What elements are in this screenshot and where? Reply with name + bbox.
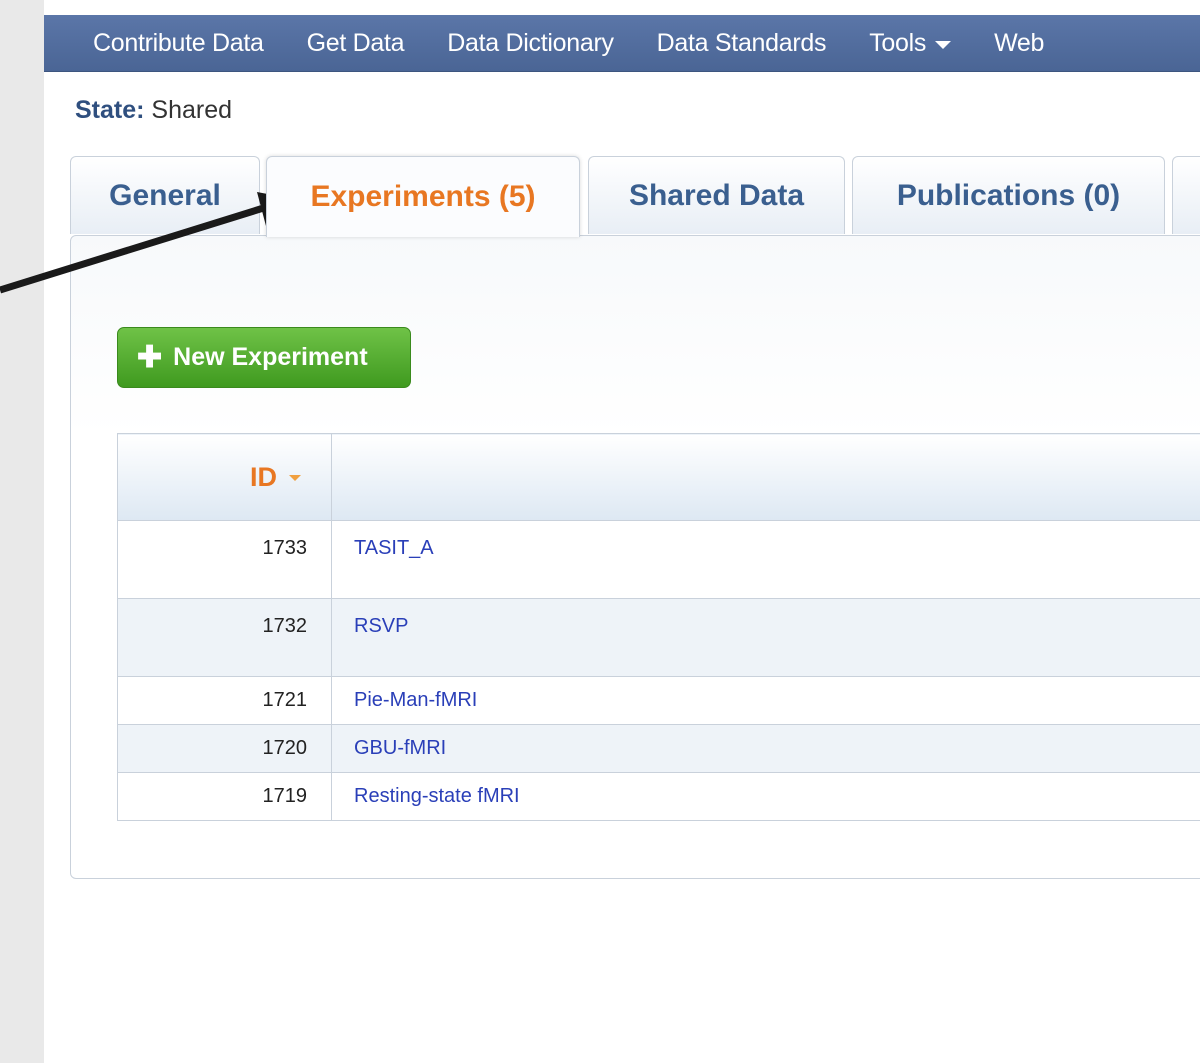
tab-label: Publications (0) <box>896 178 1121 212</box>
experiment-link[interactable]: GBU-fMRI <box>331 724 1200 773</box>
tab-label: Experiments (5) <box>310 180 536 213</box>
row-id: 1719 <box>117 772 332 821</box>
experiment-link[interactable]: Pie-Man-fMRI <box>331 676 1200 725</box>
row-id: 1733 <box>117 520 332 599</box>
nav-item-label: Data Standards <box>656 28 827 57</box>
chevron-down-icon <box>935 40 952 49</box>
nav-item-label: Get Data <box>306 28 405 57</box>
sort-down-icon <box>289 475 301 482</box>
nav-item-label: Tools <box>869 28 927 57</box>
tab-general[interactable]: General <box>70 156 260 234</box>
plus-icon: ✚ <box>137 340 163 374</box>
tab-publications[interactable]: Publications (0) <box>852 156 1165 234</box>
nav-get-data[interactable]: Get Data <box>307 29 405 58</box>
row-id: 1720 <box>117 724 332 773</box>
state-label: State: <box>75 96 145 124</box>
table-row: 1719 Resting-state fMRI <box>117 772 1200 821</box>
nav-data-standards[interactable]: Data Standards <box>657 29 827 58</box>
new-experiment-label: New Experiment <box>173 343 368 371</box>
tab-shared-data[interactable]: Shared Data <box>588 156 845 234</box>
experiments-table: ID 1733 TASIT_A 1732 RSVP 1721 Pie-Man-f… <box>117 433 1200 821</box>
state-value: Shared <box>151 96 233 124</box>
id-column-header[interactable]: ID <box>117 433 332 521</box>
top-nav-bar: Contribute Data Get Data Data Dictionary… <box>44 15 1200 72</box>
new-experiment-button[interactable]: ✚ New Experiment <box>117 327 411 388</box>
experiment-link[interactable]: RSVP <box>331 598 1200 677</box>
row-id: 1721 <box>117 676 332 725</box>
tab-more[interactable] <box>1172 156 1200 234</box>
experiment-link[interactable]: Resting-state fMRI <box>331 772 1200 821</box>
table-row: 1720 GBU-fMRI <box>117 724 1200 773</box>
table-row: 1721 Pie-Man-fMRI <box>117 676 1200 725</box>
tab-label: Shared Data <box>628 178 805 212</box>
nav-tools-dropdown[interactable]: Tools <box>869 28 952 58</box>
page: Contribute Data Get Data Data Dictionary… <box>44 0 1200 1063</box>
row-id: 1732 <box>117 598 332 677</box>
nav-item-label: Data Dictionary <box>447 28 614 57</box>
nav-contribute-data[interactable]: Contribute Data <box>93 29 264 58</box>
tab-experiments[interactable]: Experiments (5) <box>266 156 580 237</box>
nav-data-dictionary[interactable]: Data Dictionary <box>447 28 614 58</box>
id-header-label: ID <box>250 461 277 492</box>
experiment-link[interactable]: TASIT_A <box>331 520 1200 599</box>
state-indicator: State: Shared <box>75 96 232 125</box>
nav-item-label: Contribute Data <box>93 28 264 57</box>
table-row: 1732 RSVP <box>117 598 1200 677</box>
tab-bar: General Experiments (5) Shared Data Publ… <box>70 156 1200 237</box>
table-header-row: ID <box>117 433 1200 521</box>
nav-web[interactable]: Web <box>994 29 1044 58</box>
tab-label: General <box>109 178 221 212</box>
nav-menu: Contribute Data Get Data Data Dictionary… <box>93 15 1087 71</box>
table-row: 1733 TASIT_A <box>117 520 1200 599</box>
name-column-header[interactable] <box>331 433 1200 521</box>
nav-item-label: Web <box>994 28 1045 57</box>
